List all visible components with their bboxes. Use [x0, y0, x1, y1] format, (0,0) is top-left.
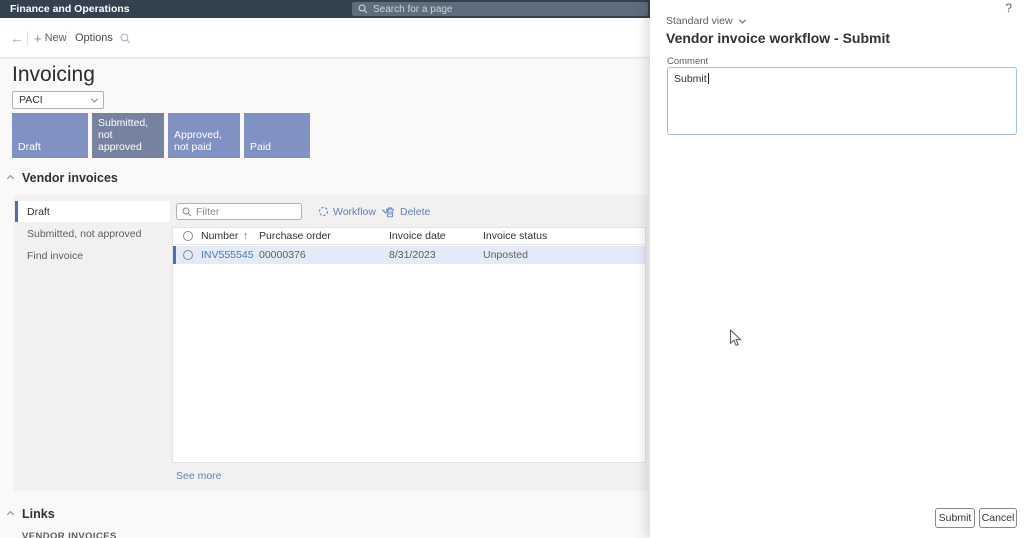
comment-text: Submit	[674, 73, 707, 85]
tile-label: Draft	[18, 141, 41, 153]
column-header-purchase-order[interactable]: Purchase order	[259, 230, 331, 242]
links-section-header[interactable]: Links	[8, 507, 55, 521]
vendor-invoices-heading: Vendor invoices	[22, 171, 118, 185]
column-header-invoice-status[interactable]: Invoice status	[483, 230, 547, 242]
search-icon	[358, 4, 368, 14]
workflow-icon	[318, 206, 329, 217]
chevron-down-icon	[739, 16, 746, 23]
tile-submitted-not-approved[interactable]: Submitted, not approved	[92, 113, 164, 158]
vendor-invoices-section-header[interactable]: Vendor invoices	[8, 171, 118, 185]
workflow-submit-dialog: ? Standard view Vendor invoice workflow …	[650, 0, 1024, 538]
page-search-button[interactable]	[120, 18, 131, 58]
divider	[27, 31, 28, 46]
global-search-input[interactable]	[373, 4, 613, 15]
search-icon	[120, 33, 131, 44]
plus-icon: +	[34, 31, 42, 46]
tab-submitted-not-approved[interactable]: Submitted, not approved	[15, 223, 170, 244]
row-select-radio[interactable]	[183, 250, 193, 260]
help-button[interactable]: ?	[1005, 1, 1012, 15]
app-window: Finance and Operations ← + New Options I…	[0, 0, 1024, 538]
column-header-invoice-date[interactable]: Invoice date	[389, 230, 446, 242]
invoice-grid: Number ↑ Purchase order Invoice date Inv…	[172, 227, 646, 463]
view-selector[interactable]: Standard view	[666, 15, 745, 27]
back-button[interactable]: ←	[10, 18, 24, 58]
tile-approved-not-paid[interactable]: Approved, not paid	[168, 113, 240, 158]
company-selector-value: PACI	[19, 94, 43, 106]
app-title: Finance and Operations	[10, 3, 130, 15]
links-group-label: VENDOR INVOICES	[22, 531, 117, 538]
grid-header-row: Number ↑ Purchase order Invoice date Inv…	[173, 228, 645, 245]
global-search-box[interactable]	[352, 2, 648, 16]
action-bar: ← + New Options	[0, 18, 650, 58]
new-button-label: New	[45, 32, 67, 44]
tile-label: Submitted, not approved	[98, 117, 158, 153]
chevron-down-icon	[91, 95, 98, 102]
tile-label: Paid	[250, 141, 271, 153]
delete-button[interactable]: Delete	[384, 203, 430, 220]
tile-draft[interactable]: Draft	[12, 113, 88, 158]
column-header-number[interactable]: Number	[201, 230, 238, 242]
invoice-date-cell: 8/31/2023	[389, 249, 436, 261]
options-button-label: Options	[75, 32, 113, 44]
invoice-number-link[interactable]: INV555545	[201, 249, 254, 261]
view-selector-label: Standard view	[666, 15, 733, 27]
delete-button-label: Delete	[400, 206, 430, 218]
top-navigation-bar: Finance and Operations	[0, 0, 650, 18]
invoice-status-cell: Unposted	[483, 249, 528, 261]
tab-label: Find invoice	[27, 250, 83, 262]
dialog-title: Vendor invoice workflow - Submit	[666, 30, 890, 46]
options-button[interactable]: Options	[75, 18, 113, 58]
workflow-button[interactable]: Workflow	[318, 203, 388, 220]
select-all-radio[interactable]	[183, 231, 193, 241]
divider	[66, 31, 67, 46]
links-heading: Links	[22, 507, 55, 521]
collapse-icon	[7, 510, 14, 517]
sort-ascending-icon[interactable]: ↑	[243, 230, 248, 242]
collapse-icon	[7, 174, 14, 181]
new-button[interactable]: + New	[34, 18, 67, 58]
comment-textarea[interactable]: Submit	[667, 67, 1017, 135]
back-arrow-icon: ←	[10, 30, 24, 46]
cancel-button[interactable]: Cancel	[979, 508, 1017, 528]
see-more-link[interactable]: See more	[176, 470, 222, 482]
purchase-order-cell: 00000376	[259, 249, 306, 261]
tab-label: Draft	[27, 206, 50, 218]
tile-label: Approved, not paid	[174, 129, 234, 153]
filter-input[interactable]	[196, 206, 291, 218]
tile-paid[interactable]: Paid	[244, 113, 310, 158]
workflow-button-label: Workflow	[333, 206, 376, 218]
text-caret	[708, 73, 709, 84]
filter-box[interactable]	[176, 203, 302, 220]
company-selector[interactable]: PACI	[12, 91, 104, 109]
tab-find-invoice[interactable]: Find invoice	[15, 245, 170, 266]
tab-draft[interactable]: Draft	[15, 201, 170, 222]
vendor-invoices-panel: Draft Submitted, not approved Find invoi…	[14, 195, 648, 491]
mouse-cursor	[729, 329, 743, 353]
search-icon	[182, 207, 192, 217]
trash-icon	[384, 206, 396, 218]
tab-label: Submitted, not approved	[27, 228, 141, 240]
comment-label: Comment	[667, 56, 708, 67]
invoice-row-selected[interactable]: INV555545 00000376 8/31/2023 Unposted	[173, 246, 645, 264]
submit-button[interactable]: Submit	[935, 508, 975, 528]
page-title: Invoicing	[12, 63, 95, 87]
